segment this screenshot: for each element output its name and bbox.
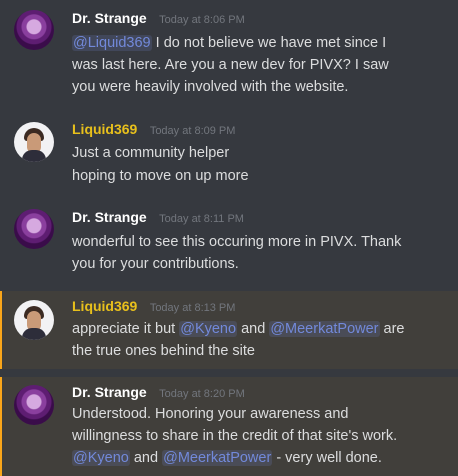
message-line: Understood. Honoring your awareness and <box>72 406 349 422</box>
avatar[interactable] <box>14 10 54 50</box>
message-group: Liquid369 Today at 8:09 PM Just a commun… <box>0 113 458 193</box>
avatar[interactable] <box>14 385 54 425</box>
message-text: I do not believe we have met since I <box>151 35 387 51</box>
message-line: @Liquid369 I do not believe we have met … <box>72 32 386 54</box>
mention[interactable]: @Kyeno <box>72 450 130 466</box>
avatar-body <box>22 328 46 340</box>
message-line: appreciate it but @Kyeno and @MeerkatPow… <box>72 318 405 340</box>
message-text: - very well done. <box>272 450 382 466</box>
message-line: @Kyeno and @MeerkatPower - very well don… <box>72 447 382 469</box>
message-line: willingness to share in the credit of th… <box>72 428 398 444</box>
timestamp: Today at 8:11 PM <box>159 213 244 225</box>
message-text: are <box>379 321 405 337</box>
username[interactable]: Dr. Strange <box>72 209 147 225</box>
message-header: Dr. Strange Today at 8:20 PM <box>72 384 245 402</box>
username[interactable]: Dr. Strange <box>72 384 147 400</box>
mention[interactable]: @Kyeno <box>179 321 238 337</box>
avatar[interactable] <box>14 300 54 340</box>
message-line: you were heavily involved with the websi… <box>72 79 349 95</box>
timestamp: Today at 8:06 PM <box>159 14 245 26</box>
chat-message-list: Dr. Strange Today at 8:06 PM @Liquid369 … <box>0 0 458 476</box>
avatar-body <box>22 150 46 162</box>
message-line: Just a community helper <box>72 145 230 161</box>
message-group: Dr. Strange Today at 8:06 PM @Liquid369 … <box>0 0 458 110</box>
avatar[interactable] <box>14 122 54 162</box>
message-line: was last here. Are you a new dev for PIV… <box>72 57 389 73</box>
message-line: the true ones behind the site <box>72 343 255 359</box>
timestamp: Today at 8:13 PM <box>149 302 236 314</box>
timestamp: Today at 8:09 PM <box>149 125 236 137</box>
mention[interactable]: @Liquid369 <box>72 35 152 51</box>
message-line: wonderful to see this occuring more in P… <box>72 234 402 250</box>
message-group-mentioned: Dr. Strange Today at 8:20 PM Understood.… <box>0 377 458 476</box>
username[interactable]: Dr. Strange <box>72 10 147 26</box>
username[interactable]: Liquid369 <box>72 298 137 314</box>
mention[interactable]: @MeerkatPower <box>162 450 273 466</box>
message-text: and <box>237 321 270 337</box>
message-header: Dr. Strange Today at 8:11 PM <box>72 209 244 227</box>
username[interactable]: Liquid369 <box>72 121 137 137</box>
message-header: Liquid369 Today at 8:13 PM <box>72 298 235 316</box>
message-group-mentioned: Liquid369 Today at 8:13 PM appreciate it… <box>0 291 458 369</box>
mention[interactable]: @MeerkatPower <box>269 321 380 337</box>
avatar[interactable] <box>14 209 54 249</box>
timestamp: Today at 8:20 PM <box>159 388 245 400</box>
message-group: Dr. Strange Today at 8:11 PM wonderful t… <box>0 200 458 286</box>
message-text: appreciate it but <box>72 321 180 337</box>
message-header: Dr. Strange Today at 8:06 PM <box>72 10 245 28</box>
message-text: and <box>129 450 163 466</box>
message-line: hoping to move on up more <box>72 168 249 184</box>
message-line: you for your contributions. <box>72 256 239 272</box>
message-header: Liquid369 Today at 8:09 PM <box>72 121 235 139</box>
